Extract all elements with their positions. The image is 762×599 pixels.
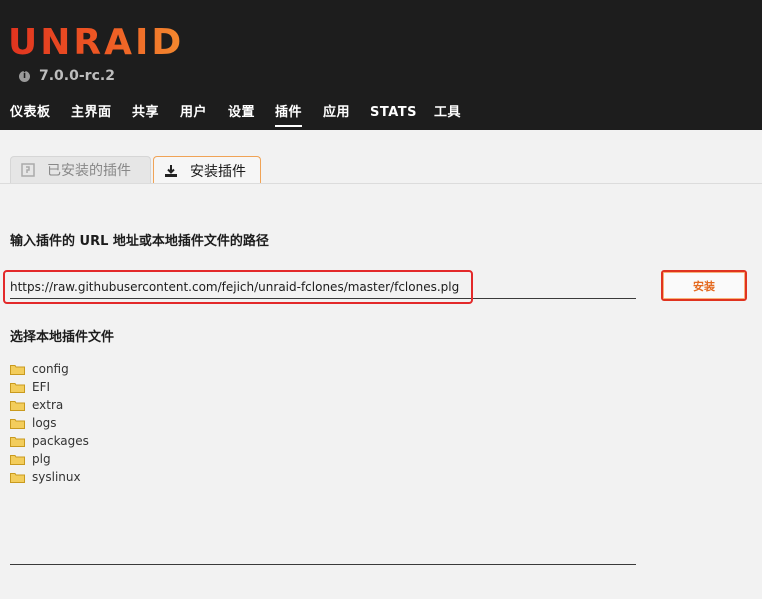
folder-icon <box>10 400 25 411</box>
url-field-label: 输入插件的 URL 地址或本地插件文件的路径 <box>10 234 269 249</box>
folder-name: packages <box>32 434 89 448</box>
folder-item[interactable]: extra <box>10 396 89 414</box>
folder-name: plg <box>32 452 51 466</box>
nav-plugins[interactable]: 插件 <box>275 101 303 127</box>
puzzle-icon <box>21 163 35 177</box>
folder-icon <box>10 418 25 429</box>
install-button[interactable]: 安装 <box>661 270 747 301</box>
nav-shares[interactable]: 共享 <box>132 101 159 125</box>
tab-label: 安装插件 <box>190 163 246 180</box>
folder-name: extra <box>32 398 64 412</box>
local-file-label: 选择本地插件文件 <box>10 330 115 345</box>
file-tree: config EFI extra logs packages plg sysli… <box>10 360 89 486</box>
tab-label: 已安装的插件 <box>47 163 131 179</box>
folder-item[interactable]: config <box>10 360 89 378</box>
nav-apps[interactable]: 应用 <box>323 101 350 125</box>
nav-main[interactable]: 主界面 <box>71 101 112 125</box>
folder-item[interactable]: packages <box>10 432 89 450</box>
nav-dashboard[interactable]: 仪表板 <box>10 101 51 125</box>
folder-item[interactable]: logs <box>10 414 89 432</box>
nav-tools[interactable]: 工具 <box>434 101 461 125</box>
folder-name: EFI <box>32 380 51 394</box>
nav-settings[interactable]: 设置 <box>228 101 255 125</box>
folder-item[interactable]: plg <box>10 450 89 468</box>
download-icon <box>164 164 178 178</box>
nav-stats[interactable]: STATS <box>370 101 417 125</box>
main-nav: 仪表板 主界面 共享 用户 设置 插件 应用 STATS 工具 <box>0 96 762 130</box>
folder-name: syslinux <box>32 470 81 484</box>
folder-name: logs <box>32 416 57 430</box>
folder-icon <box>10 454 25 465</box>
folder-item[interactable]: EFI <box>10 378 89 396</box>
unraid-logo[interactable]: UNRAID <box>8 22 184 64</box>
tab-installed-plugins[interactable]: 已安装的插件 <box>10 156 151 183</box>
nav-users[interactable]: 用户 <box>180 101 207 125</box>
folder-icon <box>10 382 25 393</box>
folder-item[interactable]: syslinux <box>10 468 89 486</box>
tab-divider <box>0 183 762 184</box>
folder-name: config <box>32 362 69 376</box>
file-tree-divider <box>10 564 636 565</box>
plugin-url-input[interactable] <box>10 276 636 299</box>
top-header: UNRAID i 7.0.0-rc.2 仪表板 主界面 共享 用户 设置 插件 … <box>0 0 762 130</box>
folder-icon <box>10 472 25 483</box>
folder-icon <box>10 364 25 375</box>
tab-install-plugin[interactable]: 安装插件 <box>153 156 261 184</box>
version-label: 7.0.0-rc.2 <box>39 68 115 84</box>
folder-icon <box>10 436 25 447</box>
version-info[interactable]: i 7.0.0-rc.2 <box>19 66 115 86</box>
info-icon[interactable]: i <box>19 70 30 82</box>
